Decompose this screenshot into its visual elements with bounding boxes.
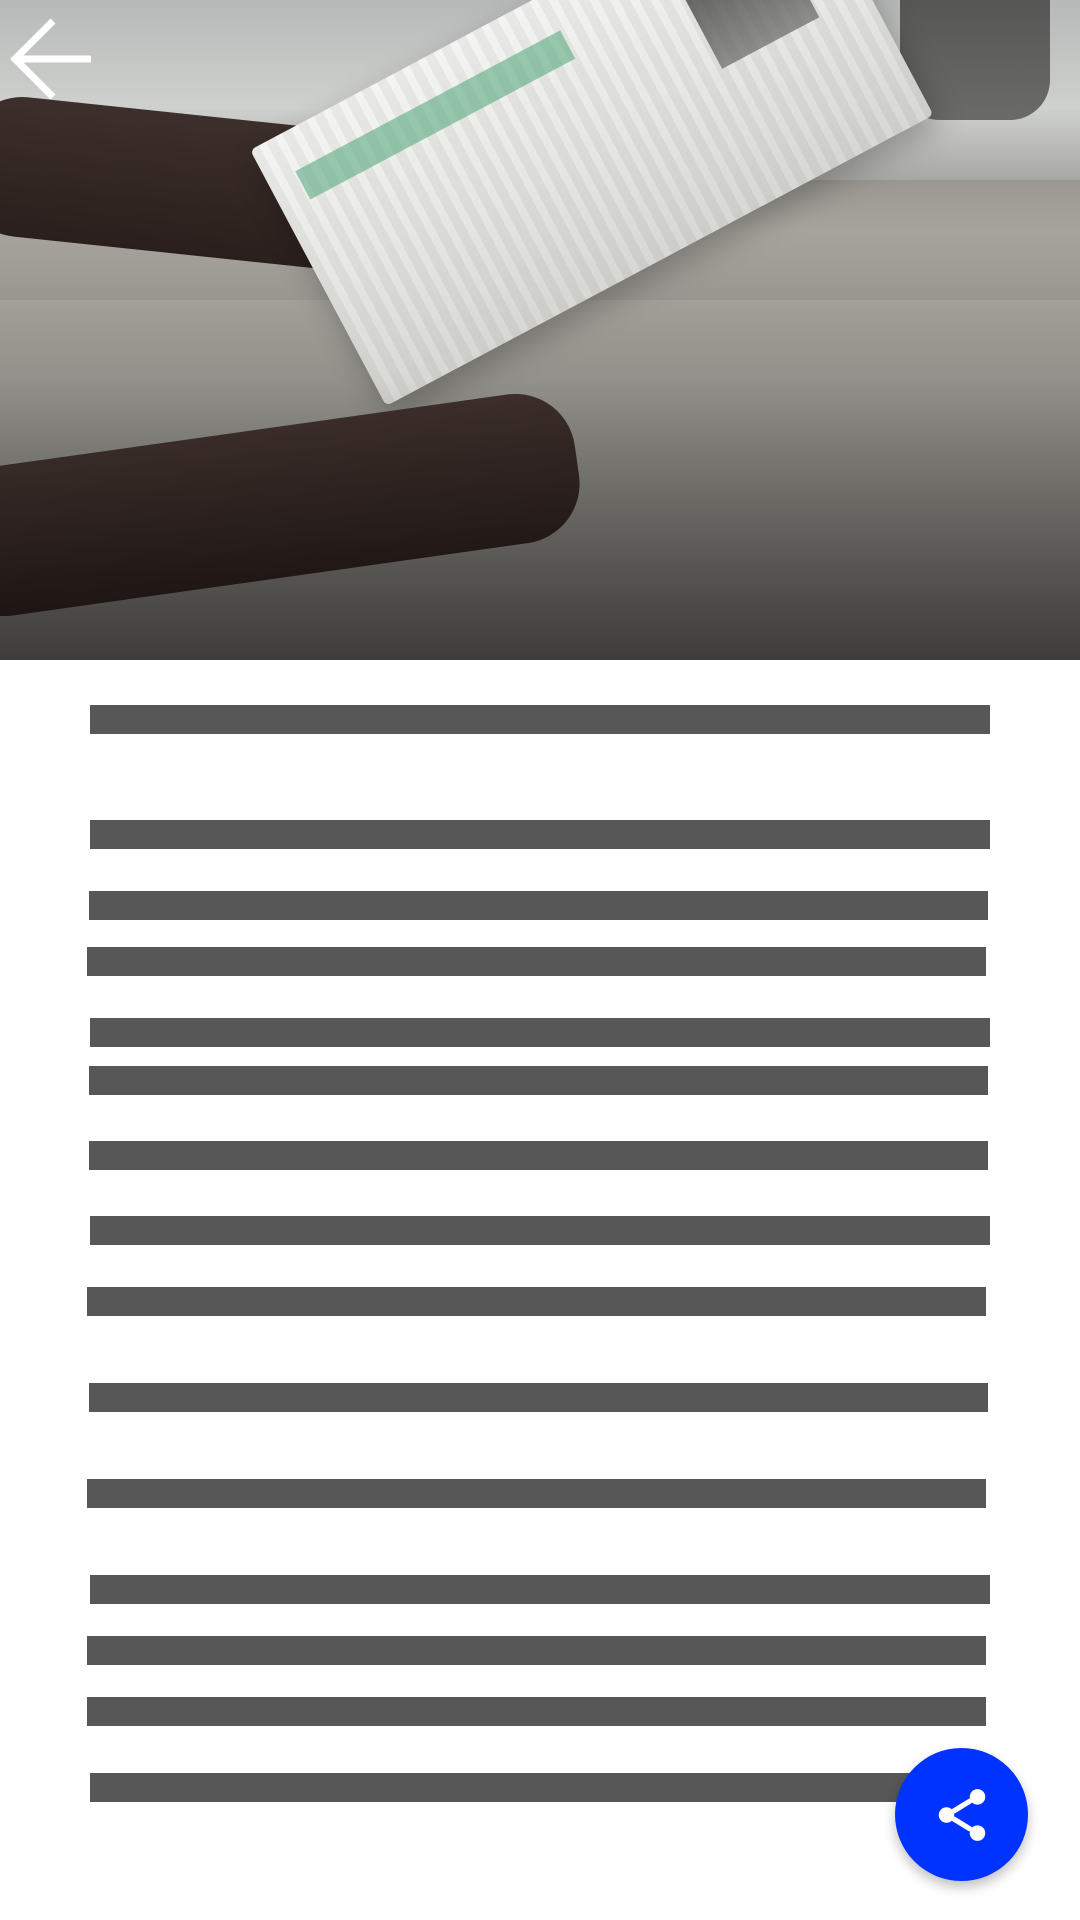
text-line — [90, 1575, 990, 1604]
text-line — [87, 1636, 986, 1665]
arrow-left-icon — [10, 18, 91, 100]
text-line — [89, 1141, 988, 1170]
newspaper-photo — [684, 0, 820, 69]
text-line — [90, 1216, 990, 1245]
app-screen — [0, 0, 1080, 1920]
share-icon — [938, 1788, 985, 1841]
hero-shadow — [0, 380, 1080, 660]
text-line — [90, 705, 990, 734]
back-button[interactable] — [0, 10, 96, 106]
text-line — [90, 820, 990, 849]
text-line — [87, 947, 986, 976]
text-line — [87, 1287, 986, 1316]
text-line — [87, 1697, 986, 1726]
text-line — [87, 1479, 986, 1508]
text-line — [90, 1018, 990, 1047]
text-line — [90, 1773, 910, 1802]
text-line — [89, 1383, 988, 1412]
text-line — [89, 891, 988, 920]
share-button[interactable] — [895, 1748, 1028, 1881]
hero-image — [0, 0, 1080, 660]
text-line — [89, 1066, 988, 1095]
